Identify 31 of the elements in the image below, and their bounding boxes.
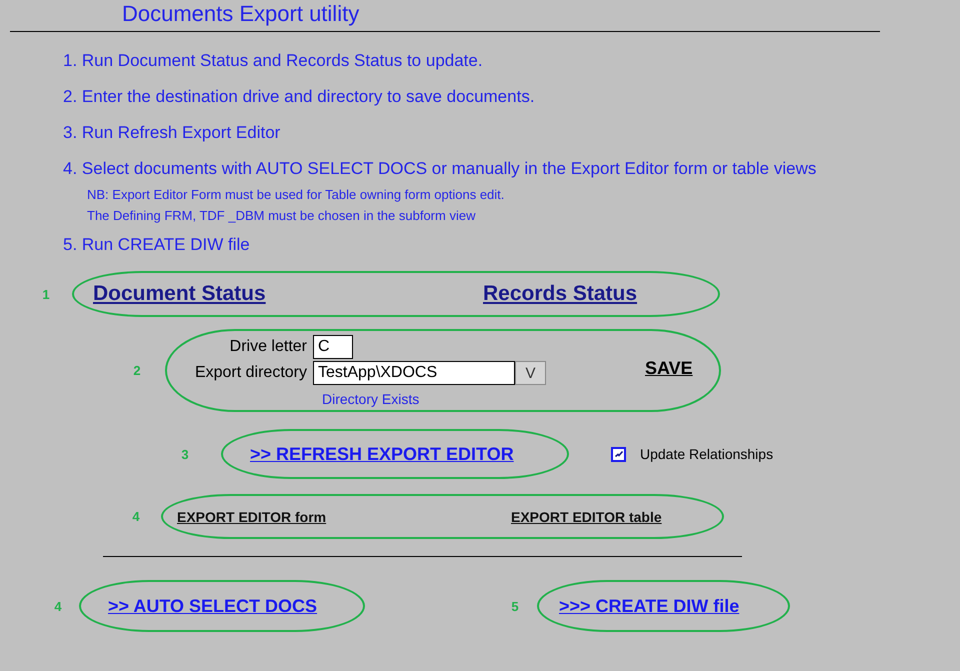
field-label: Export directory bbox=[194, 364, 307, 382]
step-marker: 5 bbox=[510, 598, 520, 614]
instruction-step: 4. Select documents with AUTO SELECT DOCS or manually in the Export Editor form or table views bbox=[63, 159, 960, 179]
tick-icon bbox=[614, 449, 624, 459]
instruction-note: NB: Export Editor Form must be used for Table owning form options edit. bbox=[86, 186, 506, 204]
dropdown-button[interactable]: V bbox=[515, 361, 546, 385]
refresh-link[interactable]: >> REFRESH EXPORT EDITOR bbox=[250, 444, 514, 464]
instruction-note: The Defining FRM, TDF _DBM must be chosen in the subform view bbox=[86, 207, 476, 225]
editor-link[interactable]: EXPORT EDITOR form bbox=[177, 508, 511, 524]
step-marker: 2 bbox=[132, 363, 142, 378]
drive-letter-field[interactable]: C bbox=[313, 335, 353, 359]
step-marker: 1 bbox=[41, 286, 51, 302]
status-link[interactable]: Document Status bbox=[93, 282, 483, 306]
checkbox[interactable] bbox=[611, 446, 626, 462]
editor-link[interactable]: EXPORT EDITOR table bbox=[511, 508, 662, 524]
instruction-step: 1. Run Document Status and Records Status to update. bbox=[63, 51, 960, 71]
page-title: Documents Export utility bbox=[121, 0, 360, 28]
instruction-step: 5. Run CREATE DIW file bbox=[63, 235, 960, 255]
action-link[interactable]: >> AUTO SELECT DOCS bbox=[108, 596, 318, 616]
action-link[interactable]: >>> CREATE DIW file bbox=[559, 596, 740, 616]
instruction-step: 3. Run Refresh Export Editor bbox=[63, 123, 960, 143]
field-label: Drive letter bbox=[228, 338, 307, 356]
export-directory-field[interactable]: TestApp\XDOCS bbox=[313, 361, 515, 385]
checkbox-label: Update Relationships bbox=[640, 446, 774, 462]
save-link[interactable]: SAVE bbox=[645, 358, 693, 379]
instruction-step: 2. Enter the destination drive and directory to save documents. bbox=[63, 87, 960, 107]
step-marker: 4 bbox=[53, 598, 63, 614]
status-link[interactable]: Records Status bbox=[483, 282, 638, 306]
step-marker: 3 bbox=[180, 446, 190, 462]
step-marker: 4 bbox=[131, 509, 141, 524]
directory-status: Directory Exists bbox=[321, 391, 420, 407]
